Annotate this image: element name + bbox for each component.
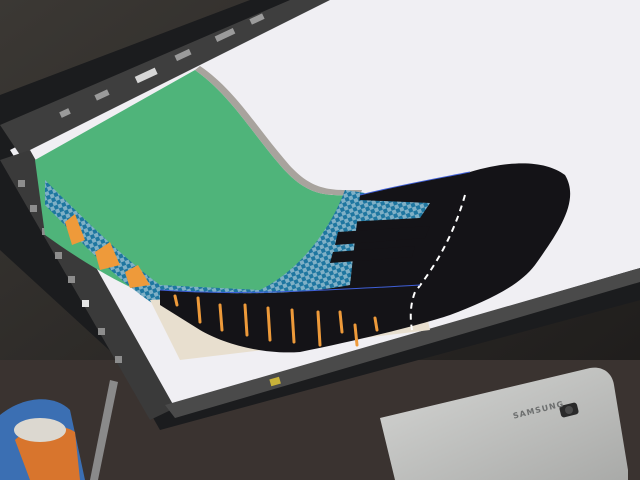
mug-lid bbox=[14, 418, 66, 442]
